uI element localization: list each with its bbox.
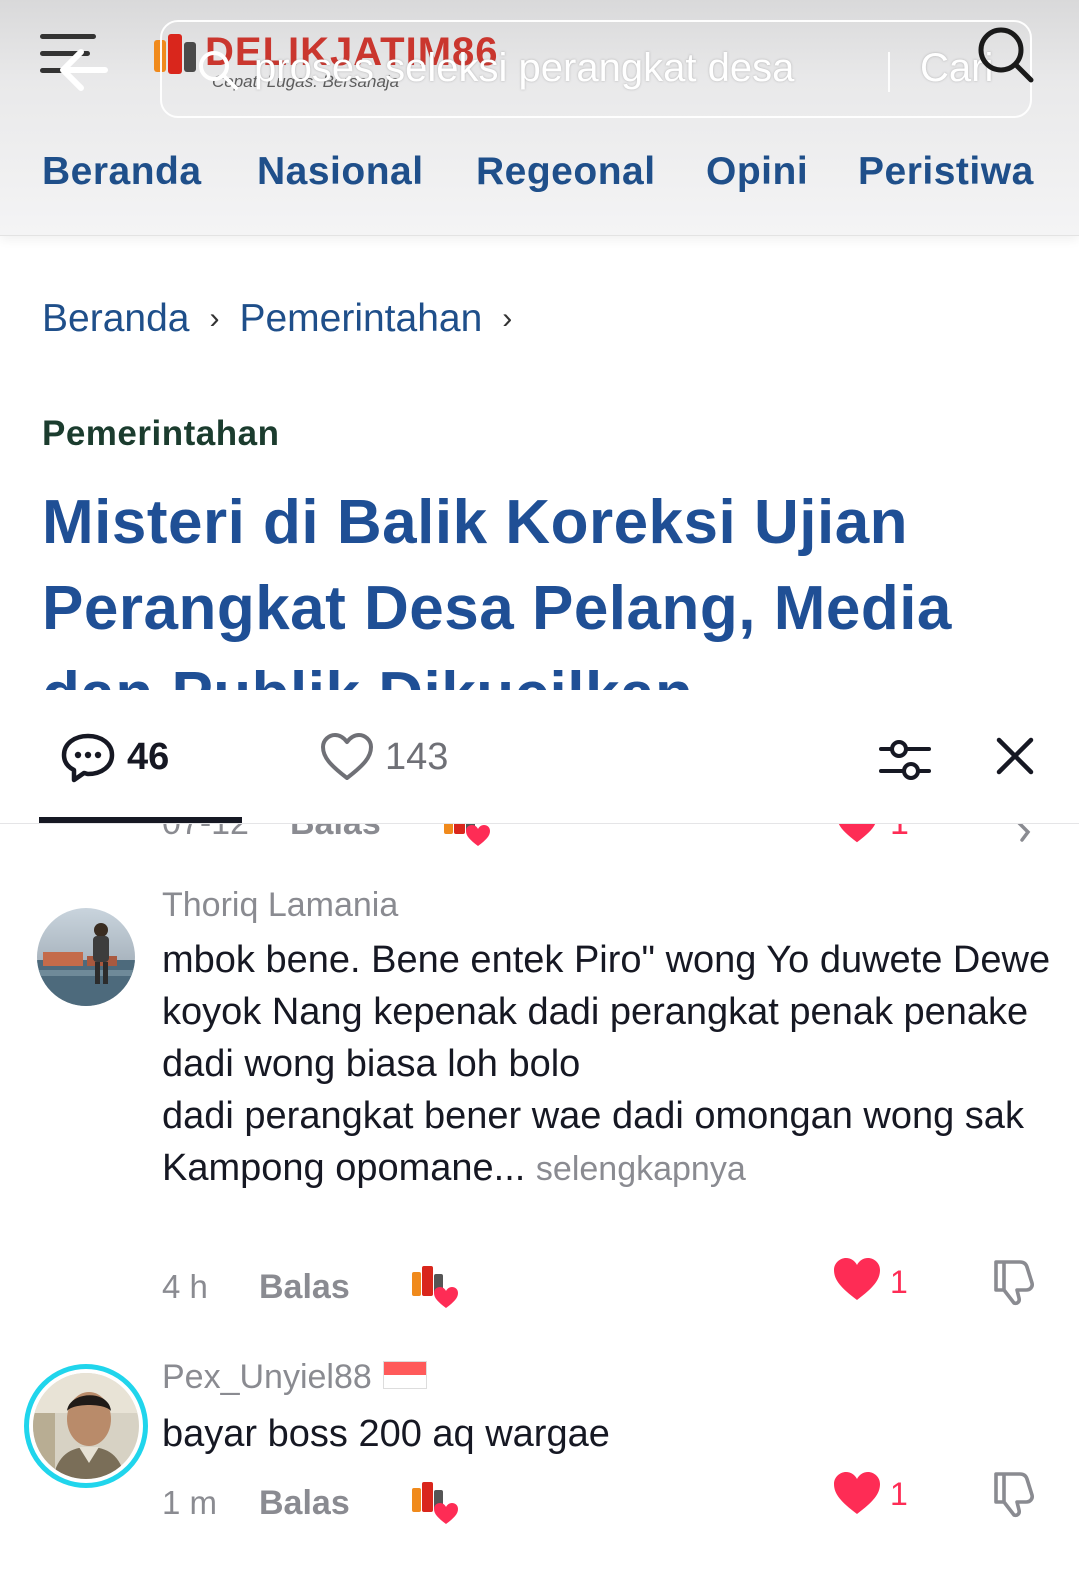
site-header: DELIKJATIM86 Cepat. Lugas. Bersahaja pro…	[0, 0, 1079, 236]
comment-author-name: Pex_Unyiel88	[162, 1358, 372, 1396]
comments-sheet: 46 143 07-12 Balas	[0, 692, 1079, 1575]
comment-time: 1 m	[162, 1484, 218, 1521]
like-count: 143	[385, 736, 449, 778]
back-arrow-icon[interactable]	[55, 40, 115, 100]
reply-button[interactable]: Balas	[259, 1268, 350, 1307]
nav-item-beranda[interactable]: Beranda	[42, 150, 202, 194]
like-count: 1	[890, 824, 909, 843]
avatar-photo	[33, 1373, 139, 1479]
search-field-icon	[199, 51, 238, 90]
creator-liked-icon	[412, 1482, 458, 1524]
creator-liked-icon	[412, 1266, 458, 1308]
nav-item-peristiwa[interactable]: Peristiwa	[858, 150, 1034, 194]
thumbs-down-icon[interactable]	[990, 1256, 1040, 1306]
comment-count: 46	[127, 736, 170, 778]
thumbs-down-icon[interactable]	[990, 1468, 1040, 1518]
heart-filled-icon[interactable]	[832, 1256, 882, 1302]
search-icon[interactable]	[975, 24, 1035, 84]
like-count: 1	[890, 1476, 908, 1512]
comment-item: Pex_Unyiel88 bayar boss 200 aq wargae 1 …	[0, 1358, 1079, 1564]
comment-time: 4 h	[162, 1268, 208, 1305]
comment-bubble-icon	[61, 733, 115, 783]
comment-author[interactable]: Pex_Unyiel88	[162, 1358, 428, 1397]
see-more-link[interactable]: selengkapnya	[536, 1150, 746, 1188]
comment-author[interactable]: Thoriq Lamania	[162, 886, 398, 925]
article-headline: Misteri di Balik Koreksi Ujian Perangkat…	[42, 488, 952, 690]
avatar[interactable]	[37, 908, 135, 1006]
creator-liked-icon	[444, 824, 490, 846]
sheet-tabs: 46 143	[0, 692, 1079, 824]
heart-outline-icon	[321, 733, 373, 780]
nav-item-opini[interactable]: Opini	[706, 150, 808, 194]
search-input[interactable]: proses seleksi perangkat desa Cari	[160, 20, 1032, 118]
breadcrumb: Beranda › Pemerintahan ›	[42, 295, 532, 345]
like-count: 1	[890, 1264, 908, 1300]
indonesia-flag-icon	[383, 1361, 428, 1390]
breadcrumb-separator: ›	[502, 301, 513, 335]
clipped-comment-meta: 07-12 Balas 1	[0, 824, 1079, 850]
nav-item-regeonal[interactable]: Regeonal	[476, 150, 656, 194]
breadcrumb-separator: ›	[209, 301, 220, 335]
article-category[interactable]: Pemerintahan	[42, 414, 279, 454]
avatar-photo	[37, 908, 135, 1006]
main-nav: Beranda Nasional Regeonal Opini Peristiw…	[0, 150, 1079, 200]
thumbs-down-icon[interactable]	[996, 824, 1036, 844]
comment-text: bayar boss 200 aq wargae	[162, 1413, 610, 1455]
heart-filled-icon[interactable]	[835, 824, 879, 844]
close-icon[interactable]	[993, 734, 1037, 778]
reply-button[interactable]: Balas	[259, 1484, 350, 1523]
filter-sliders-icon[interactable]	[877, 732, 933, 788]
search-divider	[888, 52, 890, 92]
nav-item-nasional[interactable]: Nasional	[257, 150, 424, 194]
heart-filled-icon[interactable]	[832, 1470, 882, 1516]
article-headline-container: Misteri di Balik Koreksi Ujian Perangkat…	[42, 480, 1042, 690]
comment-text: mbok bene. Bene entek Piro" wong Yo duwe…	[162, 934, 1052, 1195]
search-query[interactable]: proses seleksi perangkat desa	[254, 46, 794, 91]
comment-item: Thoriq Lamania mbok bene. Bene entek Pir…	[0, 886, 1079, 1332]
active-tab-indicator	[39, 817, 242, 823]
breadcrumb-item-pemerintahan[interactable]: Pemerintahan	[239, 297, 482, 341]
comment-time: 07-12	[162, 824, 249, 843]
avatar[interactable]	[24, 1364, 148, 1488]
breadcrumb-item-beranda[interactable]: Beranda	[42, 297, 189, 341]
reply-button[interactable]: Balas	[290, 824, 381, 843]
